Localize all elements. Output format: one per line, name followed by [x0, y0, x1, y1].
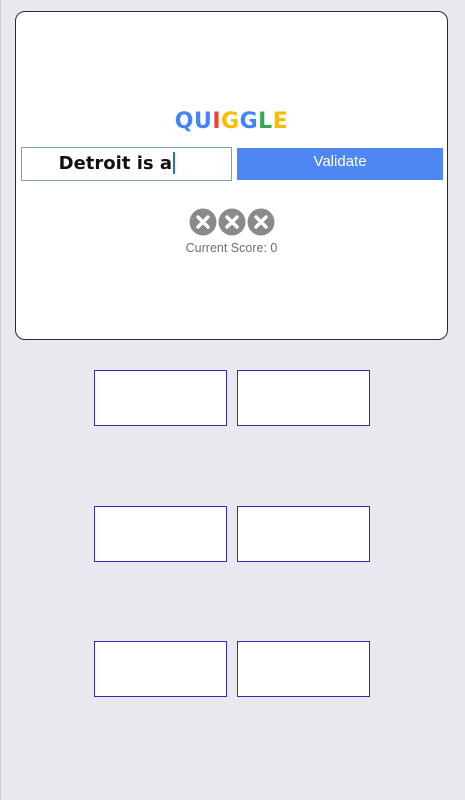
strikes-indicator [16, 208, 447, 236]
answer-tile-4[interactable] [237, 506, 370, 562]
quiggle-logo: QUIGGLE [16, 109, 447, 134]
close-icon [189, 208, 217, 236]
guess-input[interactable]: Detroit is a [21, 147, 232, 181]
validate-button[interactable]: Validate [237, 148, 443, 180]
left-edge-divider [0, 0, 1, 800]
current-score: Current Score: 0 [185, 241, 278, 255]
game-card: QUIGGLE Detroit is a Validate Current Sc… [15, 11, 448, 340]
logo-letter: E [272, 109, 289, 134]
close-icon [218, 208, 246, 236]
guess-input-text: Detroit is a [58, 153, 172, 174]
answer-tile-1[interactable] [94, 370, 227, 426]
logo-letter: U [193, 109, 213, 134]
answer-tile-2[interactable] [237, 370, 370, 426]
answer-tile-3[interactable] [94, 506, 227, 562]
logo-letter: Q [174, 109, 194, 134]
answer-tile-5[interactable] [94, 641, 227, 697]
answer-tile-6[interactable] [237, 641, 370, 697]
logo-letter: G [239, 109, 259, 134]
text-cursor [173, 152, 175, 174]
logo-letter: G [221, 109, 240, 134]
logo-letter: I [212, 109, 222, 134]
close-icon [247, 208, 275, 236]
logo-letter: L [258, 109, 273, 134]
